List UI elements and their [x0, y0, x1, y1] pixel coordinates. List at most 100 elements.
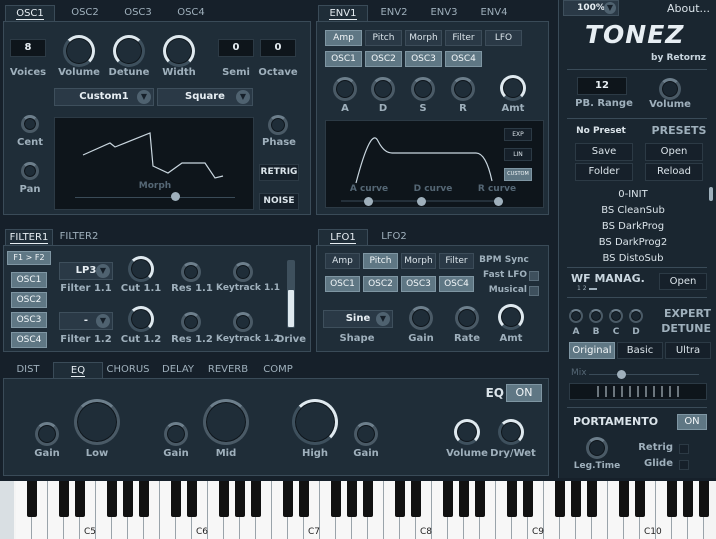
detune-knob[interactable]	[113, 35, 145, 67]
piano-keyboard[interactable]: C5 C6 C7 C8 C9 C10	[0, 481, 716, 539]
black-key[interactable]	[587, 481, 597, 517]
env-target-morph[interactable]: Morph	[405, 30, 442, 46]
tab-env1[interactable]: ENV1	[318, 5, 368, 21]
portamento-on-button[interactable]: ON	[677, 414, 707, 430]
lfo-osc1-button[interactable]: OSC1	[325, 276, 360, 292]
tab-osc3[interactable]: OSC3	[113, 5, 163, 21]
black-key[interactable]	[555, 481, 565, 517]
black-key[interactable]	[107, 481, 117, 517]
filter-routing-button[interactable]: F1 > F2	[7, 251, 51, 265]
env-osc2-button[interactable]: OSC2	[365, 51, 402, 67]
black-key[interactable]	[363, 481, 373, 517]
env-target-filter[interactable]: Filter	[445, 30, 482, 46]
detune-c-knob[interactable]	[609, 309, 623, 323]
tab-osc1[interactable]: OSC1	[5, 5, 55, 21]
wave2-dropdown[interactable]: Square ▼	[157, 88, 253, 106]
lfo-amt-knob[interactable]	[498, 304, 524, 330]
master-volume-knob[interactable]	[659, 78, 681, 100]
tab-reverb[interactable]: REVERB	[204, 362, 252, 378]
preset-item[interactable]: BS DistoSub	[559, 253, 707, 264]
r-curve-handle[interactable]	[494, 197, 503, 206]
lfo-osc4-button[interactable]: OSC4	[439, 276, 474, 292]
tab-lfo2[interactable]: LFO2	[370, 229, 418, 245]
fx-volume-knob[interactable]	[454, 419, 480, 445]
eq-mid-knob[interactable]	[203, 399, 249, 445]
eq-high-knob[interactable]	[292, 399, 338, 445]
volume-knob[interactable]	[63, 35, 95, 67]
black-key[interactable]	[619, 481, 629, 517]
tab-delay[interactable]: DELAY	[155, 362, 201, 378]
eq-low-gain-knob[interactable]	[35, 422, 59, 446]
black-key[interactable]	[395, 481, 405, 517]
d-curve-handle[interactable]	[417, 197, 426, 206]
save-preset-button[interactable]: Save	[575, 143, 633, 161]
black-key[interactable]	[507, 481, 517, 517]
black-key[interactable]	[459, 481, 469, 517]
black-key[interactable]	[411, 481, 421, 517]
eq-high-gain-knob[interactable]	[354, 422, 378, 446]
reload-button[interactable]: Reload	[645, 163, 703, 181]
preset-item[interactable]: 0-INIT	[559, 189, 707, 200]
env-osc1-button[interactable]: OSC1	[325, 51, 362, 67]
curve-custom-button[interactable]: CUSTOM	[504, 168, 532, 181]
black-key[interactable]	[299, 481, 309, 517]
fx-drywet-knob[interactable]	[498, 419, 524, 445]
tab-filter1[interactable]: FILTER1	[5, 229, 53, 245]
retrig-checkbox[interactable]	[679, 444, 689, 454]
wf-open-button[interactable]: Open	[659, 273, 707, 290]
filter-osc1-button[interactable]: OSC1	[11, 272, 47, 288]
lfo-osc2-button[interactable]: OSC2	[363, 276, 398, 292]
mode-basic-button[interactable]: Basic	[617, 342, 663, 359]
black-key[interactable]	[523, 481, 533, 517]
curve-exp-button[interactable]: EXP	[504, 128, 532, 141]
pb-range-value[interactable]: 12	[577, 77, 627, 95]
black-key[interactable]	[635, 481, 645, 517]
pan-knob[interactable]	[21, 162, 39, 180]
black-key[interactable]	[187, 481, 197, 517]
zoom-dropdown[interactable]: 100% ▼	[563, 0, 619, 16]
black-key[interactable]	[683, 481, 693, 517]
env-s-knob[interactable]	[411, 77, 435, 101]
detune-a-knob[interactable]	[569, 309, 583, 323]
detune-b-knob[interactable]	[589, 309, 603, 323]
mix-slider-handle[interactable]	[617, 370, 626, 379]
tab-env4[interactable]: ENV4	[470, 5, 518, 21]
fast-lfo-checkbox[interactable]	[529, 271, 539, 281]
mode-original-button[interactable]: Original	[569, 342, 615, 359]
black-key[interactable]	[27, 481, 37, 517]
eq-mid-gain-knob[interactable]	[164, 422, 188, 446]
preset-item[interactable]: BS DarkProg2	[559, 237, 707, 248]
black-key[interactable]	[235, 481, 245, 517]
fx-on-button[interactable]: ON	[506, 384, 542, 402]
black-key[interactable]	[475, 481, 485, 517]
filter-osc2-button[interactable]: OSC2	[11, 292, 47, 308]
folder-button[interactable]: Folder	[575, 163, 633, 181]
filter-osc3-button[interactable]: OSC3	[11, 312, 47, 328]
width-knob[interactable]	[163, 35, 195, 67]
lfo-rate-knob[interactable]	[455, 306, 479, 330]
black-key[interactable]	[59, 481, 69, 517]
bpm-sync-checkbox[interactable]	[529, 256, 539, 266]
cent-knob[interactable]	[21, 115, 39, 133]
morph-slider-handle[interactable]	[171, 192, 180, 201]
res11-knob[interactable]	[181, 262, 201, 282]
tab-osc2[interactable]: OSC2	[60, 5, 110, 21]
noise-button[interactable]: NOISE	[259, 193, 299, 210]
lfo-target-amp[interactable]: Amp	[325, 253, 360, 269]
tab-env3[interactable]: ENV3	[420, 5, 468, 21]
voices-value[interactable]: 8	[10, 39, 46, 57]
semi-value[interactable]: 0	[218, 39, 254, 57]
tab-lfo1[interactable]: LFO1	[318, 229, 368, 245]
preset-item[interactable]: BS CleanSub	[559, 205, 707, 216]
black-key[interactable]	[443, 481, 453, 517]
env-osc4-button[interactable]: OSC4	[445, 51, 482, 67]
a-curve-handle[interactable]	[364, 197, 373, 206]
phase-knob[interactable]	[268, 115, 288, 135]
black-key[interactable]	[331, 481, 341, 517]
black-key[interactable]	[283, 481, 293, 517]
cut12-knob[interactable]	[128, 306, 154, 332]
env-d-knob[interactable]	[371, 77, 395, 101]
tab-env2[interactable]: ENV2	[370, 5, 418, 21]
legato-time-knob[interactable]	[586, 437, 608, 459]
black-key[interactable]	[667, 481, 677, 517]
